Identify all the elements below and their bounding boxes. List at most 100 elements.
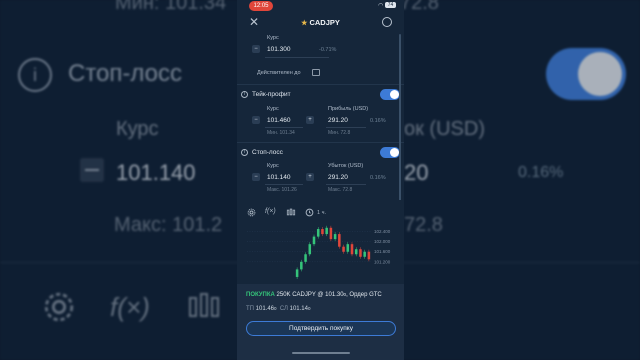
chart-settings-icon[interactable]	[247, 208, 256, 217]
bg-min-left: Мин: 101.34	[115, 0, 227, 14]
divider	[237, 142, 404, 143]
y-tick-label: 101.600	[374, 249, 391, 254]
candle	[359, 249, 362, 257]
tp-title: Тейк-профит	[252, 91, 291, 98]
star-icon[interactable]: ★	[301, 20, 307, 27]
tp-toggle[interactable]	[380, 89, 400, 100]
chart-area[interactable]: f(×) 1 ч. 102.400 102.000 101.600 101.200	[237, 200, 404, 284]
account-icon[interactable]	[382, 17, 392, 27]
sl-rate-plus-button[interactable]: +	[306, 173, 314, 181]
order-panel: 12:05 ◠ 74 ✕ ★ CADJPY Курс − 101.300 -0.…	[237, 0, 404, 360]
divider	[237, 84, 404, 85]
candle	[316, 229, 320, 237]
y-tick-label: 102.400	[374, 229, 391, 234]
tp-profit-label: Прибыль (USD)	[328, 106, 369, 112]
bg-candles-icon	[189, 293, 219, 317]
chart-type-icon[interactable]	[286, 208, 296, 217]
bg-value-left: 101.140	[116, 160, 196, 185]
candle	[295, 269, 299, 277]
tp-rate-underline	[265, 127, 303, 128]
bg-kurs-label: Курс	[116, 118, 159, 140]
header: ✕ ★ CADJPY	[237, 12, 404, 32]
candlestick-chart[interactable]: 102.400 102.000 101.600 101.200	[237, 222, 404, 284]
status-time: 12:05	[249, 1, 273, 11]
sl-label: СЛ	[279, 306, 288, 312]
calendar-icon[interactable]	[312, 69, 320, 76]
y-tick-label: 101.200	[374, 259, 391, 264]
tp-rate-label: Курс	[267, 106, 279, 112]
order-summary: ПОКУПКА 250K CADJPY @ 101.30 0 , Ордер GTC…	[237, 284, 404, 360]
tp-sl-line: ТП 101.460 СЛ 101.140	[246, 306, 311, 312]
tp-rate-input[interactable]: 101.460	[267, 117, 291, 124]
clock-icon[interactable]	[305, 208, 314, 217]
bg-info-icon: i	[18, 58, 52, 92]
bg-loss-label: ок (USD)	[404, 118, 485, 140]
rate-change: -0.71%	[319, 47, 337, 53]
sl-loss-underline	[326, 184, 366, 185]
candle	[312, 236, 316, 245]
bg-toggle	[546, 48, 626, 100]
tp-rate-plus-button[interactable]: +	[306, 116, 314, 124]
screen: Мин: 101.34 72.8 i Стоп-лосс Курс ок (US…	[0, 0, 640, 360]
bg-section-title: Стоп-лосс	[68, 60, 183, 87]
sl-title: Стоп-лосс	[252, 149, 283, 156]
candle	[367, 251, 371, 260]
sl-rate-minus-button[interactable]: −	[252, 173, 260, 181]
order-side: ПОКУПКА	[246, 292, 275, 298]
sl-info-icon[interactable]: i	[241, 149, 248, 156]
rate-label: Курс	[267, 35, 279, 41]
candle	[321, 229, 324, 235]
candle	[329, 227, 333, 240]
tp-profit-pct: 0.16%	[370, 118, 386, 124]
rate-input[interactable]: 101.300	[267, 46, 291, 53]
wifi-icon: ◠	[378, 3, 384, 9]
rate-minus-button[interactable]: −	[252, 45, 260, 53]
sl-loss-pct: 0.16%	[370, 175, 386, 181]
tp-value-sub: 0	[274, 306, 277, 311]
candle	[338, 234, 341, 247]
candle	[363, 251, 366, 257]
tp-rate-minus-button[interactable]: −	[252, 116, 260, 124]
battery-icon: 74	[385, 2, 396, 9]
tp-rate-min: Мин. 101.34	[267, 130, 295, 136]
candle	[350, 244, 354, 255]
bg-max-right: 72.8	[404, 214, 443, 236]
symbol-label: CADJPY	[309, 18, 340, 27]
bg-min-right: 72.8	[400, 0, 439, 14]
y-tick-label: 102.000	[374, 239, 391, 244]
candle	[342, 246, 345, 252]
sl-rate-input[interactable]: 101.140	[267, 174, 291, 181]
bg-fx-icon: f(×)	[110, 292, 150, 322]
sl-toggle[interactable]	[380, 147, 400, 158]
bg-max-left: Макс: 101.2	[114, 214, 223, 236]
home-indicator	[292, 352, 350, 354]
status-bar: 12:05 ◠ 74	[237, 0, 404, 12]
confirm-buy-button[interactable]: Подтвердить покупку	[246, 321, 396, 336]
candle	[346, 244, 350, 252]
candle	[333, 234, 337, 240]
tp-label: ТП	[246, 306, 254, 312]
order-details: 250K CADJPY @ 101.30	[276, 292, 344, 298]
bg-value-right: 20	[404, 160, 429, 185]
sl-rate-label: Курс	[267, 163, 279, 169]
bg-percent: 0.16%	[518, 164, 564, 181]
sl-loss-max: Макс. 72.8	[328, 187, 353, 193]
sl-value-sub: 0	[307, 306, 311, 311]
bg-minus-icon	[80, 158, 104, 182]
order-details-post: , Ордер GTC	[346, 292, 382, 298]
symbol-title: ★ CADJPY	[237, 18, 404, 27]
sl-rate-max: Макс. 101.26	[267, 187, 297, 193]
tp-profit-input[interactable]: 291.20	[328, 117, 348, 124]
candle	[304, 254, 307, 262]
sl-rate-underline	[265, 184, 303, 185]
status-icons: ◠ 74	[378, 2, 396, 9]
bg-gear-icon	[44, 292, 74, 322]
candle	[308, 244, 312, 255]
candle	[325, 227, 328, 235]
tp-info-icon[interactable]: i	[241, 91, 248, 98]
sl-value: 101.14	[289, 306, 308, 312]
sl-loss-input[interactable]: 291.20	[328, 174, 348, 181]
candle	[300, 261, 303, 270]
indicators-icon[interactable]: f(×)	[265, 208, 276, 215]
interval-label[interactable]: 1 ч.	[317, 210, 326, 216]
